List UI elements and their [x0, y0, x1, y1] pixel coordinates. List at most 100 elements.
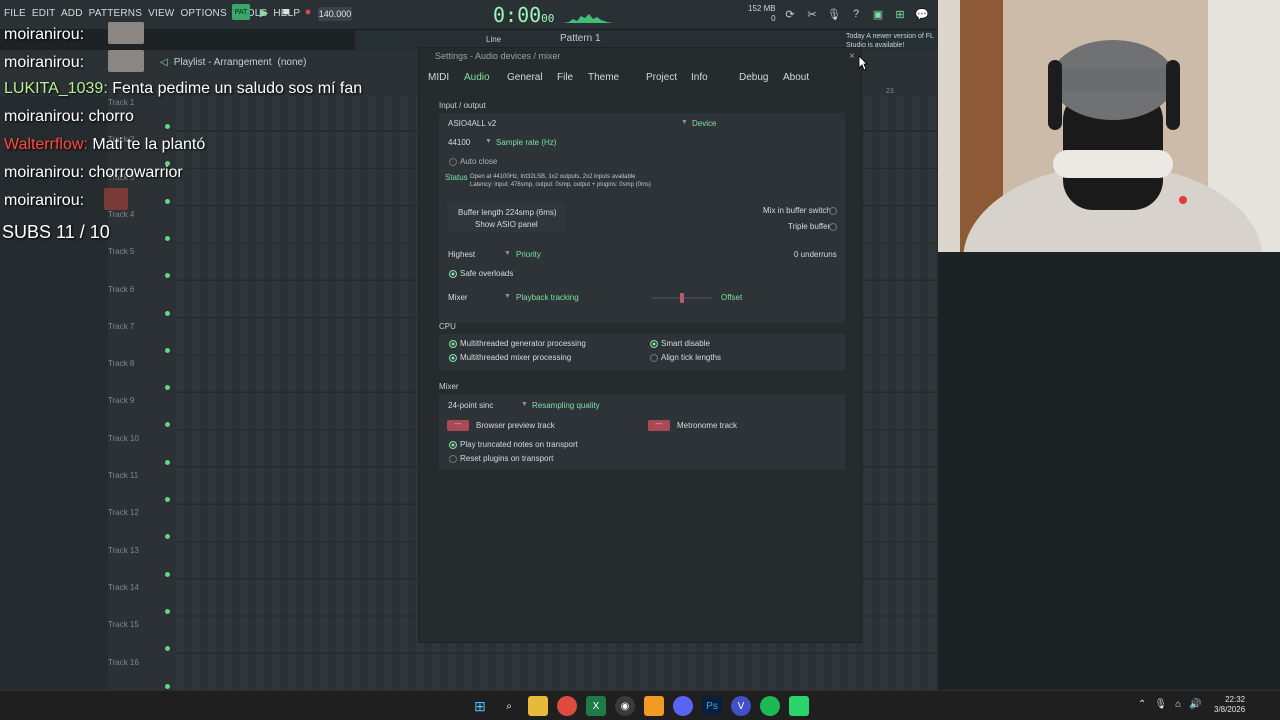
- priority-select[interactable]: Highest: [448, 250, 475, 259]
- track-enable-led[interactable]: [165, 198, 170, 204]
- sample-rate-dropdown-icon[interactable]: ▼: [485, 138, 492, 145]
- resampling-select[interactable]: 24-point sinc: [448, 401, 493, 410]
- close-icon[interactable]: ×: [849, 51, 855, 62]
- track-enable-led[interactable]: [165, 459, 170, 465]
- menu-view[interactable]: VIEW: [148, 8, 174, 19]
- tempo-display[interactable]: 140.000: [318, 7, 352, 21]
- reset-plugins-radio[interactable]: [449, 455, 457, 463]
- track-enable-led[interactable]: [165, 347, 170, 353]
- tab-file[interactable]: File: [557, 72, 573, 83]
- chrome-icon[interactable]: [557, 696, 577, 716]
- record-icon[interactable]: ●: [300, 4, 316, 20]
- menu-add[interactable]: ADD: [61, 8, 83, 19]
- track-enable-led[interactable]: [165, 124, 170, 129]
- safe-overloads-radio[interactable]: [449, 270, 457, 278]
- track-enable-led[interactable]: [165, 310, 170, 316]
- track-label[interactable]: Track 8: [108, 359, 168, 368]
- browser-preview-track-button[interactable]: ---: [447, 420, 469, 431]
- mix-in-buffer-radio[interactable]: [829, 207, 837, 215]
- snap-select[interactable]: Line: [486, 35, 501, 44]
- chat-icon[interactable]: 💬: [914, 6, 930, 22]
- tab-info[interactable]: Info: [691, 72, 708, 83]
- playlist-arrangement[interactable]: (none): [278, 57, 307, 68]
- menu-edit[interactable]: EDIT: [32, 8, 56, 19]
- game-icon[interactable]: [789, 696, 809, 716]
- tab-audio[interactable]: Audio: [464, 72, 490, 83]
- playback-tracking-select[interactable]: Mixer: [448, 293, 468, 302]
- windows-start-icon[interactable]: ⊞: [470, 696, 490, 716]
- photoshop-icon[interactable]: Ps: [702, 696, 722, 716]
- playlist-arrow-icon[interactable]: ◁: [160, 57, 168, 68]
- track-enable-led[interactable]: [165, 235, 170, 241]
- tab-about[interactable]: About: [783, 72, 809, 83]
- resampling-dropdown-icon[interactable]: ▼: [521, 401, 528, 408]
- play-truncated-radio[interactable]: [449, 441, 457, 449]
- taskbar-clock[interactable]: 22:32 3/8/2026: [1214, 695, 1245, 715]
- track-label[interactable]: Track 14: [108, 583, 168, 592]
- vegas-icon[interactable]: V: [731, 696, 751, 716]
- triple-buffer-radio[interactable]: [829, 223, 837, 231]
- track-label[interactable]: Track 4: [108, 210, 168, 219]
- track-label[interactable]: Track 10: [108, 434, 168, 443]
- track-label[interactable]: Track 15: [108, 620, 168, 629]
- track-enable-led[interactable]: [165, 497, 170, 502]
- tab-debug[interactable]: Debug: [739, 72, 768, 83]
- track-label[interactable]: Track 11: [108, 471, 168, 480]
- play-icon[interactable]: ▶: [256, 4, 272, 20]
- tab-theme[interactable]: Theme: [588, 72, 619, 83]
- metronome-track-button[interactable]: ---: [648, 420, 670, 431]
- volume-icon[interactable]: 🔊: [1189, 699, 1201, 710]
- tab-midi[interactable]: MIDI: [428, 72, 449, 83]
- sample-rate-select[interactable]: 44100: [448, 138, 470, 147]
- track-label[interactable]: Track 5: [108, 247, 168, 256]
- mt-mixer-radio[interactable]: [449, 354, 457, 362]
- track-enable-led[interactable]: [165, 683, 170, 689]
- obs-icon[interactable]: ◉: [615, 696, 635, 716]
- align-tick-radio[interactable]: [650, 354, 658, 362]
- tools-icon[interactable]: ✂: [804, 6, 820, 22]
- track-label[interactable]: Track 13: [108, 546, 168, 555]
- mixer-icon[interactable]: ⊞: [892, 6, 908, 22]
- playlist-header: ◁ Playlist - Arrangement (none): [160, 54, 306, 70]
- chevron-up-icon[interactable]: ⌃: [1138, 699, 1146, 710]
- fl-studio-icon[interactable]: [644, 696, 664, 716]
- priority-dropdown-icon[interactable]: ▼: [504, 250, 511, 257]
- tab-project[interactable]: Project: [646, 72, 677, 83]
- show-asio-button[interactable]: Show ASIO panel: [475, 220, 538, 229]
- stop-icon[interactable]: ■: [278, 4, 294, 20]
- mic-tray-icon[interactable]: 🎙: [1154, 699, 1167, 710]
- excel-icon[interactable]: X: [586, 696, 606, 716]
- search-icon[interactable]: ⌕: [499, 696, 519, 716]
- track-label[interactable]: Track 1: [108, 98, 168, 107]
- track-enable-led[interactable]: [165, 571, 170, 577]
- track-label[interactable]: Track 16: [108, 658, 168, 667]
- track-enable-led[interactable]: [165, 608, 170, 614]
- device-select[interactable]: ASIO4ALL v2: [448, 119, 496, 128]
- track-label[interactable]: Track 12: [108, 508, 168, 517]
- smart-disable-radio[interactable]: [650, 340, 658, 348]
- pat-song-toggle[interactable]: PAT: [232, 4, 250, 20]
- time-display[interactable]: 0:0000: [493, 3, 554, 27]
- spotify-icon[interactable]: [760, 696, 780, 716]
- track-label[interactable]: Track 6: [108, 285, 168, 294]
- buffer-length-slider[interactable]: Buffer length 224smp (6ms): [458, 208, 557, 217]
- mic-icon[interactable]: 🎙: [826, 6, 842, 22]
- discord-icon[interactable]: [673, 696, 693, 716]
- network-icon[interactable]: ⌂: [1175, 699, 1181, 710]
- auto-close-radio[interactable]: [449, 158, 457, 166]
- offset-slider-knob[interactable]: [680, 293, 684, 303]
- track-label[interactable]: Track 9: [108, 396, 168, 405]
- help-icon[interactable]: ?: [848, 6, 864, 22]
- menu-options[interactable]: OPTIONS: [180, 8, 226, 19]
- tab-general[interactable]: General: [507, 72, 543, 83]
- pattern-selector[interactable]: Pattern 1: [560, 33, 601, 44]
- menu-file[interactable]: FILE: [4, 8, 26, 19]
- menu-patterns[interactable]: PATTERNS: [89, 8, 142, 19]
- device-dropdown-icon[interactable]: ▼: [681, 119, 688, 126]
- save-icon[interactable]: ▣: [870, 6, 886, 22]
- playback-dropdown-icon[interactable]: ▼: [504, 293, 511, 300]
- mt-generator-radio[interactable]: [449, 340, 457, 348]
- track-label[interactable]: Track 7: [108, 322, 168, 331]
- sync-icon[interactable]: ⟳: [782, 6, 798, 22]
- file-explorer-icon[interactable]: [528, 696, 548, 716]
